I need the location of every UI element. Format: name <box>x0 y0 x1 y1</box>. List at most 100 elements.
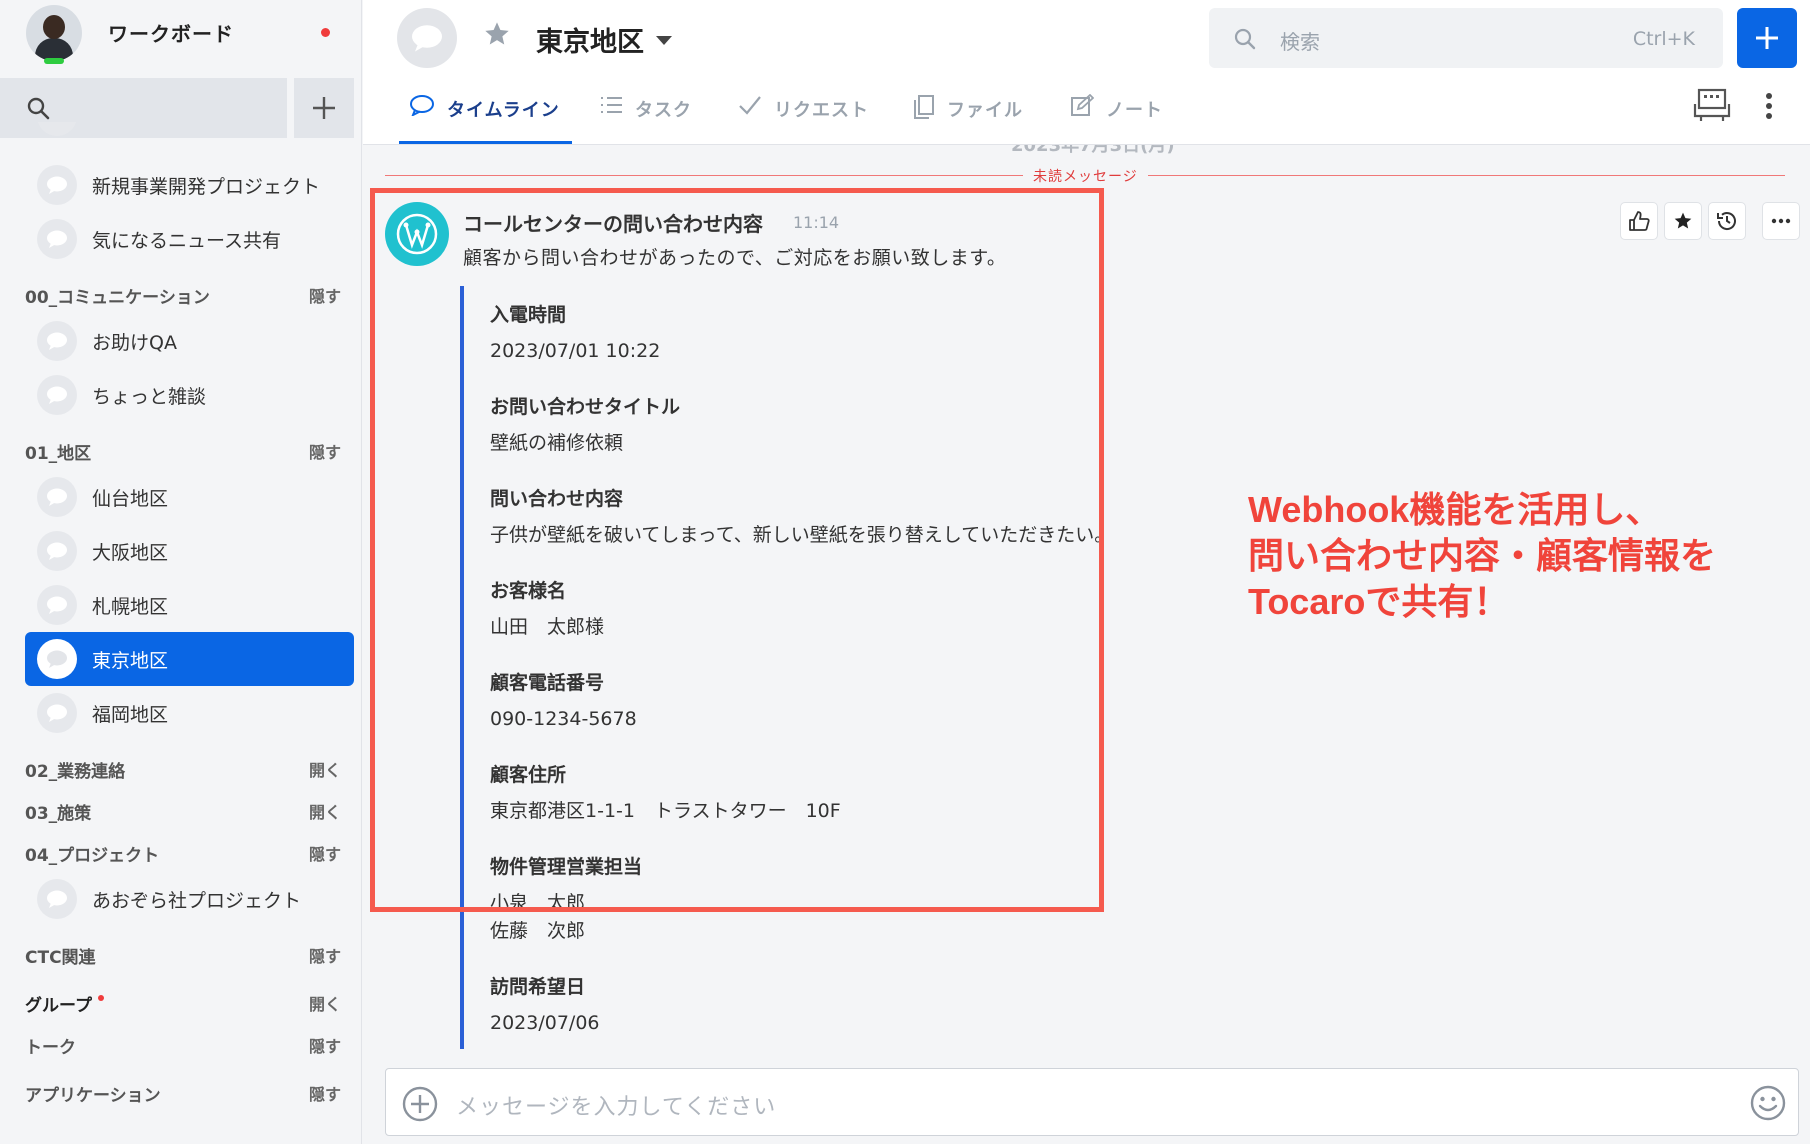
search-input[interactable]: 検索 Ctrl+K <box>1209 8 1723 68</box>
section-toggle[interactable]: 開く <box>309 757 341 781</box>
search-icon <box>27 97 50 120</box>
search-icon <box>1234 28 1256 50</box>
search-placeholder: 検索 <box>1280 30 1320 54</box>
add-attachment-icon[interactable] <box>402 1086 438 1122</box>
section-title: アプリケーション <box>25 1086 161 1106</box>
plus-icon <box>313 97 335 119</box>
section-header[interactable]: トーク 隠す <box>25 1029 345 1059</box>
star-button[interactable] <box>1664 202 1702 240</box>
field-value: 2023/07/06 <box>490 1012 600 1034</box>
highlight-box <box>370 188 1104 912</box>
channel-label: 仙台地区 <box>92 488 169 510</box>
new-post-button[interactable] <box>1737 8 1797 68</box>
section-toggle[interactable]: 開く <box>309 991 341 1015</box>
sidebar-channel-item-active[interactable]: 東京地区 <box>25 632 354 686</box>
chat-bubble-icon <box>37 122 77 136</box>
file-copy-icon <box>914 95 934 119</box>
history-button[interactable] <box>1708 202 1746 240</box>
online-status-indicator <box>44 58 64 64</box>
emoji-icon[interactable] <box>1750 1085 1786 1121</box>
sidebar-channel-item[interactable]: お助けQA <box>25 314 354 368</box>
chat-bubble-icon <box>37 321 77 361</box>
section-header[interactable]: CTC関連 隠す <box>25 939 345 969</box>
tab-label: タイムライン <box>447 100 560 121</box>
section-title: 02_業務連絡 <box>25 762 126 782</box>
tab-requests[interactable]: リクエスト <box>738 86 869 144</box>
user-avatar[interactable] <box>26 5 82 61</box>
sidebar-channel-item[interactable]: ちょっと雑談 <box>25 368 354 422</box>
chat-bubble-icon <box>37 693 77 733</box>
chat-bubble-icon <box>412 25 442 52</box>
chat-bubble-icon <box>37 165 77 205</box>
sidebar-channel-item[interactable]: 新規事業開発プロジェクト <box>25 158 354 212</box>
sidebar-channel-partial[interactable] <box>25 122 354 148</box>
section-toggle[interactable]: 隠す <box>309 841 341 865</box>
section-header[interactable]: 00_コミュニケーション 隠す <box>25 279 345 309</box>
chat-bubble-icon <box>37 585 77 625</box>
chat-bubble-icon <box>37 477 77 517</box>
workspace-header[interactable]: ワークボード <box>0 0 361 76</box>
more-actions-button[interactable] <box>1762 202 1800 240</box>
channel-label: ちょっと雑談 <box>92 386 207 408</box>
workspace-name[interactable]: ワークボード <box>108 18 234 47</box>
section-toggle[interactable]: 隠す <box>309 439 341 463</box>
speech-bubble-icon <box>410 95 434 116</box>
sidebar-channel-item[interactable]: 福岡地区 <box>25 686 354 740</box>
sidebar-channel-item[interactable]: 大阪地区 <box>25 524 354 578</box>
channel-header: 東京地区 検索 Ctrl+K タイムライン タスク リクエスト ファイル ノート <box>363 0 1810 145</box>
search-shortcut: Ctrl+K <box>1632 28 1695 50</box>
sidebar-channel-item[interactable]: 気になるニュース共有 <box>25 212 354 266</box>
thumbs-up-icon <box>1629 211 1650 231</box>
favorite-star-button[interactable] <box>483 20 511 55</box>
channel-label: 東京地区 <box>92 650 169 672</box>
section-toggle[interactable]: 隠す <box>309 943 341 967</box>
tab-label: ノート <box>1106 100 1163 121</box>
composer-placeholder: メッセージを入力してください <box>456 1095 777 1120</box>
section-toggle[interactable]: 開く <box>309 799 341 823</box>
section-toggle[interactable]: 隠す <box>309 283 341 307</box>
section-header[interactable]: グループ 開く <box>25 987 345 1017</box>
notification-dot <box>321 28 330 37</box>
tab-timeline[interactable]: タイムライン <box>399 86 572 144</box>
message-actions <box>1620 202 1800 242</box>
tab-files[interactable]: ファイル <box>913 86 1023 144</box>
check-icon <box>739 96 761 115</box>
sidebar-channel-item[interactable]: 札幌地区 <box>25 578 354 632</box>
chat-bubble-icon <box>37 639 77 679</box>
section-toggle[interactable]: 隠す <box>309 1081 341 1105</box>
star-icon <box>1674 212 1692 229</box>
channel-avatar[interactable] <box>397 8 457 68</box>
tab-notes[interactable]: ノート <box>1070 86 1163 144</box>
sidebar-channel-item[interactable]: 仙台地区 <box>25 470 354 524</box>
star-icon <box>485 22 509 45</box>
section-header[interactable]: 02_業務連絡 開く <box>25 753 345 783</box>
tab-tasks[interactable]: タスク <box>599 86 692 144</box>
section-header[interactable]: 03_施策 開く <box>25 795 345 825</box>
section-header[interactable]: アプリケーション 隠す <box>25 1077 345 1107</box>
more-horizontal-icon <box>1771 218 1791 224</box>
unread-label: 未読メッセージ <box>1023 166 1148 186</box>
message-composer[interactable]: メッセージを入力してください <box>385 1068 1799 1136</box>
plus-icon <box>1756 27 1778 49</box>
channel-label: 大阪地区 <box>92 542 169 564</box>
section-title: 03_施策 <box>25 804 92 824</box>
tab-label: タスク <box>635 100 692 121</box>
meeting-room-icon[interactable] <box>1693 88 1731 122</box>
channel-label: あおぞら社プロジェクト <box>92 890 302 912</box>
unread-dot <box>97 995 104 1001</box>
channel-title[interactable]: 東京地区 <box>536 20 644 59</box>
section-title: 00_コミュニケーション <box>25 288 210 308</box>
history-icon <box>1717 212 1736 230</box>
sidebar-channel-item[interactable]: あおぞら社プロジェクト <box>25 872 354 926</box>
note-edit-icon <box>1071 94 1094 116</box>
section-header[interactable]: 04_プロジェクト 隠す <box>25 837 345 867</box>
tab-label: リクエスト <box>774 100 869 121</box>
section-toggle[interactable]: 隠す <box>309 1033 341 1057</box>
timeline: 2023年7月3日(月) 未読メッセージ コールセンターの問い合わせ内容 11:… <box>363 145 1810 1065</box>
annotation-line: 問い合わせ内容・顧客情報を <box>1248 535 1717 576</box>
chat-bubble-icon <box>37 219 77 259</box>
like-button[interactable] <box>1620 202 1658 240</box>
more-vertical-icon[interactable] <box>1764 92 1774 120</box>
chevron-down-icon[interactable] <box>656 36 672 45</box>
section-header[interactable]: 01_地区 隠す <box>25 435 345 465</box>
